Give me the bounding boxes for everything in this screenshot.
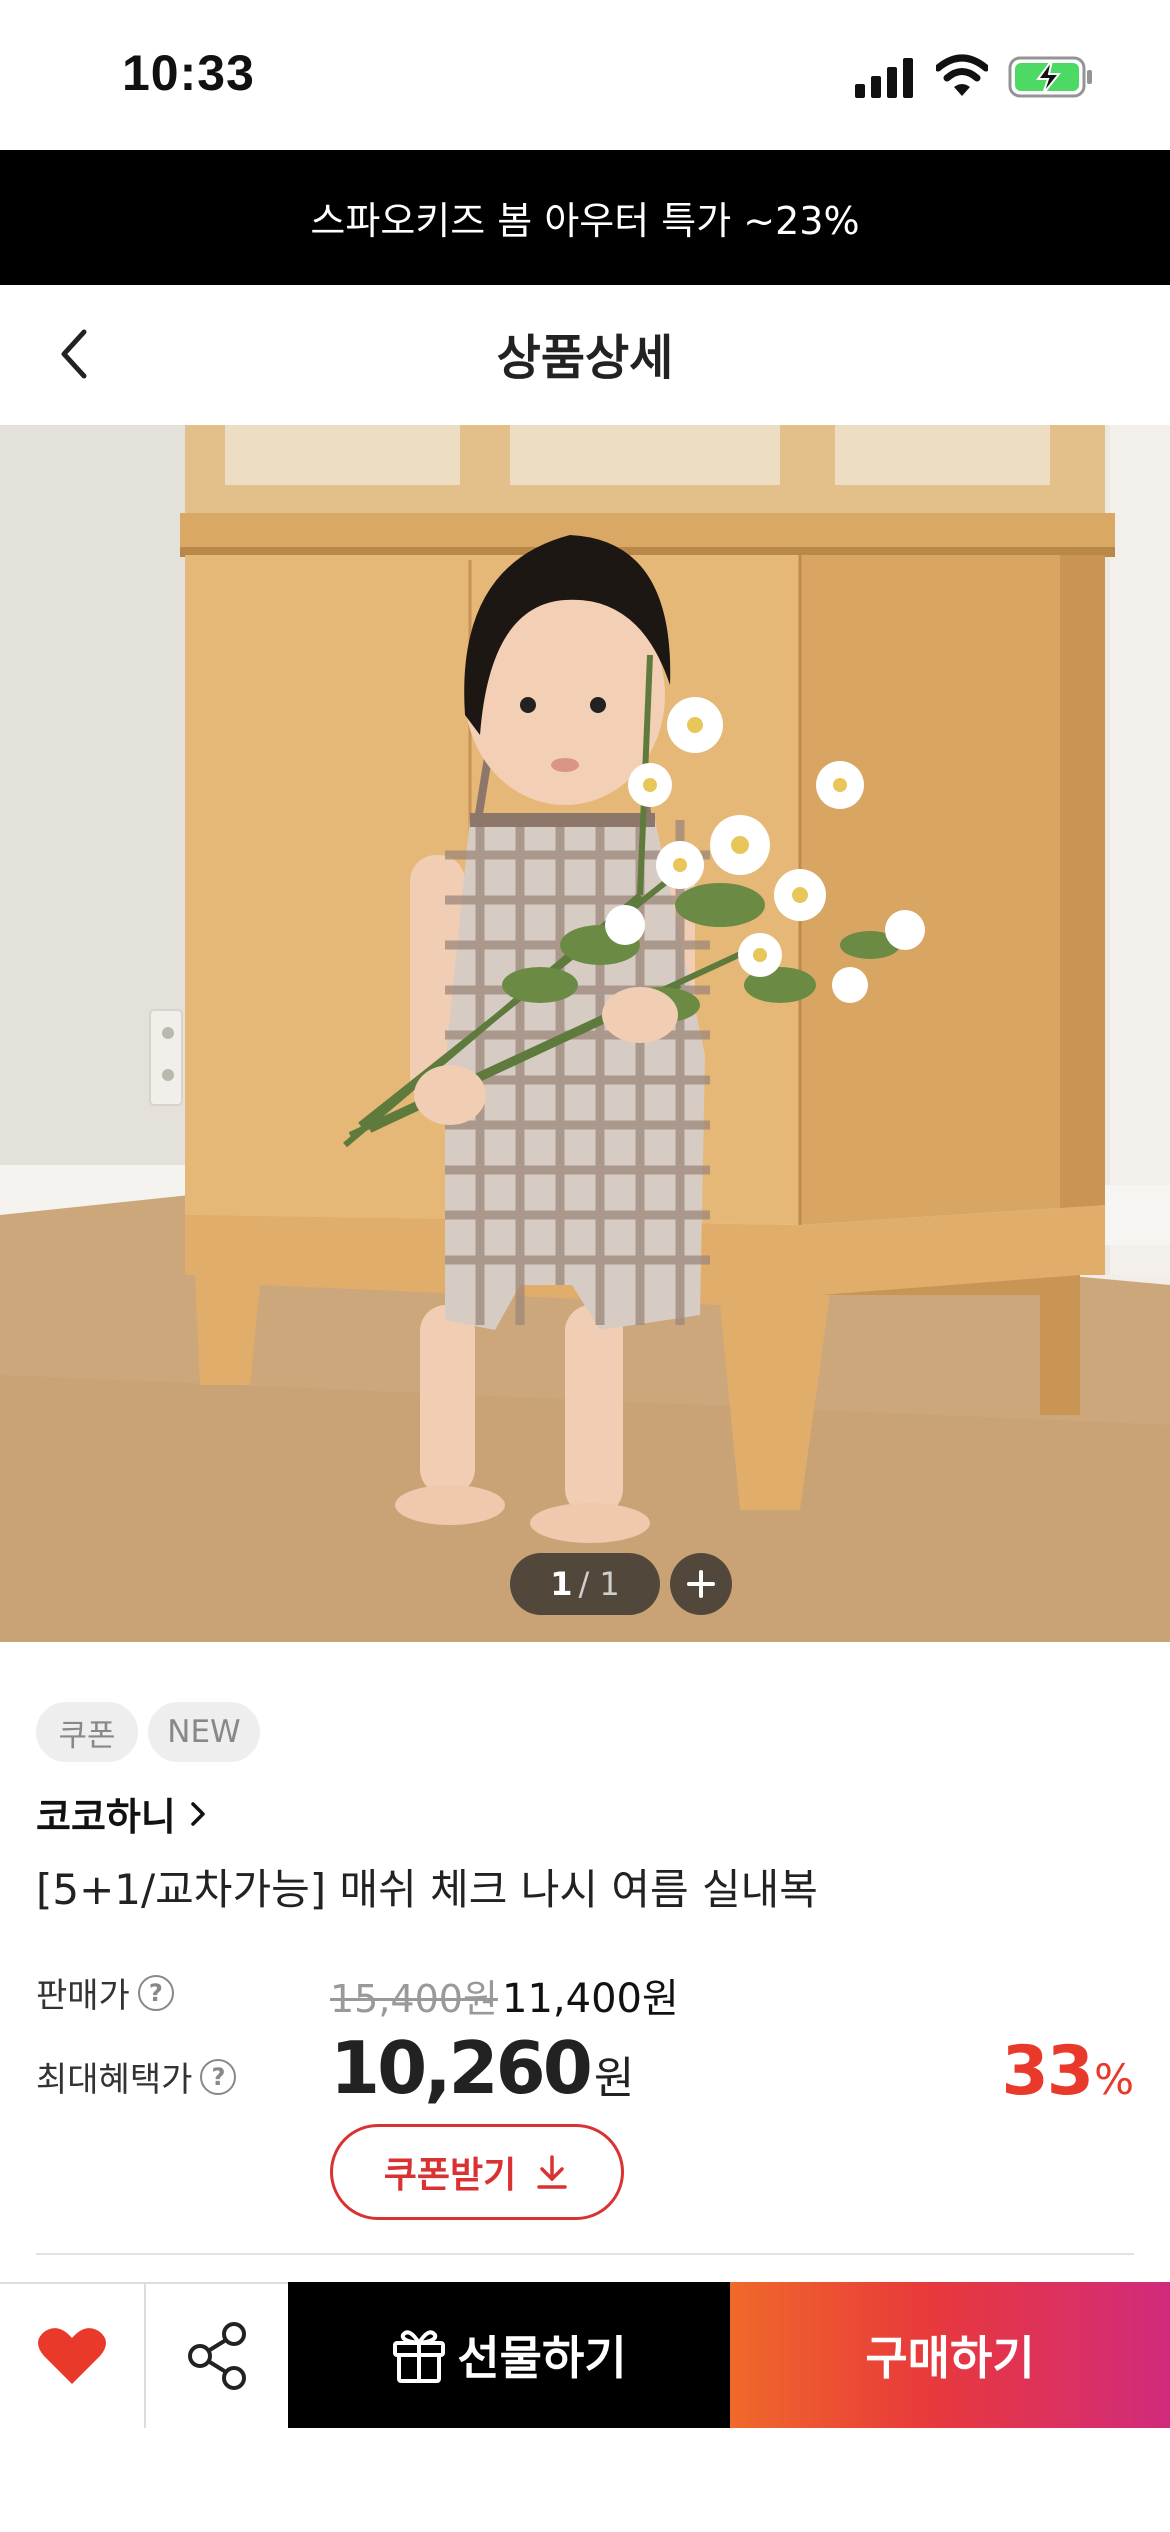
gift-button[interactable]: 선물하기 (288, 2282, 730, 2428)
brand-link[interactable]: 코코하니 (36, 1786, 206, 1841)
image-counter-current: 1 (550, 1565, 573, 1603)
max-benefit-label: 최대혜택가 ? (36, 2052, 237, 2101)
status-time: 10:33 (122, 45, 255, 101)
discount-rate-unit: % (1094, 2055, 1134, 2104)
plus-icon (687, 1570, 715, 1598)
brand-name: 코코하니 (36, 1795, 176, 1839)
download-coupon-button[interactable]: 쿠폰받기 (330, 2124, 624, 2220)
max-benefit-price-value: 10,260 (330, 2026, 593, 2110)
product-image[interactable] (0, 425, 1170, 1642)
signal-icon (855, 58, 913, 98)
promo-banner[interactable]: 스파오키즈 봄 아우터 특가 ~23% (0, 150, 1170, 285)
page-title: 상품상세 (496, 330, 674, 386)
promo-banner-text: 스파오키즈 봄 아우터 특가 ~23% (310, 199, 860, 243)
buy-button-label: 구매하기 (865, 2331, 1035, 2385)
zoom-button[interactable] (670, 1553, 732, 1615)
heart-icon (38, 2328, 106, 2384)
download-icon (537, 2155, 567, 2189)
wifi-icon (936, 54, 988, 96)
sale-price: 11,400원 (502, 1976, 679, 2022)
product-photo (0, 425, 1170, 1642)
product-title: [5+1/교차가능] 매쉬 체크 나시 여름 실내복 (36, 1865, 818, 1914)
share-icon (188, 2322, 246, 2390)
discount-rate: 33 % (1001, 2032, 1134, 2111)
help-icon[interactable]: ? (200, 2058, 237, 2095)
chevron-right-icon (191, 1801, 205, 1826)
max-benefit-price-unit: 원 (593, 2053, 635, 2104)
image-counter-total: / 1 (578, 1565, 620, 1603)
image-counter: 1 / 1 (510, 1553, 660, 1615)
max-benefit-label-text: 최대혜택가 (36, 2060, 193, 2100)
sale-price-label-text: 판매가 (36, 1976, 130, 2016)
max-benefit-price: 10,260 원 (330, 2026, 634, 2110)
share-button[interactable] (146, 2284, 288, 2428)
gift-button-label: 선물하기 (457, 2331, 627, 2385)
battery-charging-icon (1008, 56, 1092, 98)
gift-icon (393, 2330, 446, 2383)
download-coupon-label: 쿠폰받기 (383, 2155, 517, 2196)
sale-price-label: 판매가 ? (36, 1968, 174, 2017)
buy-button[interactable]: 구매하기 (730, 2282, 1170, 2428)
coupon-badge: 쿠폰 (36, 1702, 138, 1762)
divider (36, 2253, 1134, 2255)
wishlist-button[interactable] (0, 2284, 146, 2428)
discount-rate-value: 33 (1001, 2032, 1094, 2111)
help-icon[interactable]: ? (137, 1974, 174, 2011)
new-badge: NEW (148, 1702, 260, 1762)
original-price: 15,400원 (330, 1977, 498, 2021)
